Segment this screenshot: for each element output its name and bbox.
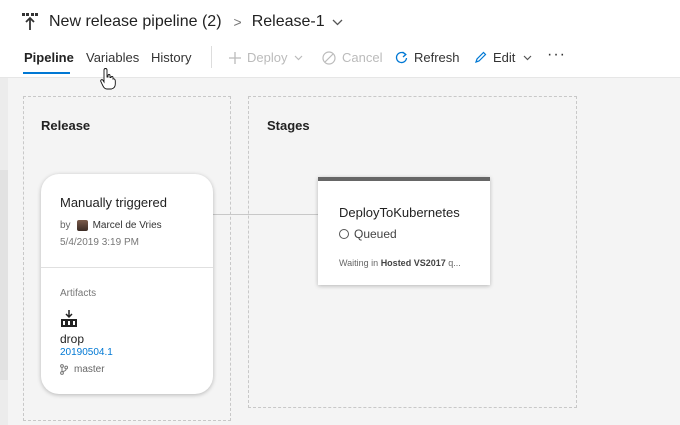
avatar — [76, 220, 88, 231]
deploy-button[interactable]: Deploy — [229, 50, 309, 65]
artifact-build-link[interactable]: 20190504.1 — [60, 347, 113, 358]
tab-history[interactable]: History — [151, 50, 191, 65]
pipeline-title[interactable]: New release pipeline (2) — [49, 13, 222, 31]
cancel-button[interactable]: Cancel — [322, 50, 382, 65]
pencil-icon — [475, 51, 487, 63]
tab-pipeline[interactable]: Pipeline — [24, 50, 74, 65]
stages-panel-title: Stages — [267, 118, 310, 133]
stage-waiting-text: Waiting in Hosted VS2017 q... — [339, 258, 479, 268]
chevron-down-icon — [523, 55, 532, 60]
chevron-down-icon — [295, 55, 303, 60]
release-card[interactable]: Manually triggered by Marcel de Vries 5/… — [41, 174, 213, 394]
waiting-suffix: q... — [445, 258, 461, 268]
more-actions-button[interactable]: ··· — [547, 46, 566, 64]
chevron-down-icon[interactable] — [332, 19, 343, 26]
artifact-name: drop — [60, 332, 85, 346]
trigger-datetime: 5/4/2019 3:19 PM — [60, 237, 139, 248]
stage-name: DeployToKubernetes — [339, 205, 460, 220]
hand-cursor-icon — [100, 68, 116, 90]
stage-status-label: Queued — [354, 227, 397, 241]
edit-label: Edit — [493, 50, 516, 65]
artifact-branch: master — [60, 364, 105, 375]
user-name: Marcel de Vries — [92, 220, 162, 231]
trigger-title: Manually triggered — [60, 195, 167, 210]
tab-variables[interactable]: Variables — [86, 50, 139, 65]
toolbar-divider — [211, 46, 212, 68]
branch-icon — [60, 364, 68, 375]
cancel-label: Cancel — [342, 50, 383, 65]
release-pipeline-icon — [22, 13, 38, 30]
left-edge-shade — [0, 170, 8, 380]
stage-status: Queued — [339, 227, 397, 241]
breadcrumb-separator: > — [233, 14, 242, 30]
branch-name: master — [74, 364, 105, 375]
plus-icon — [229, 51, 241, 64]
breadcrumb: New release pipeline (2) > Release-1 — [22, 10, 343, 34]
triggered-by: by Marcel de Vries — [60, 220, 162, 231]
agent-pool: Hosted VS2017 — [380, 258, 446, 268]
release-panel-title: Release — [41, 118, 91, 133]
stage-card[interactable]: DeployToKubernetes Queued Waiting in Hos… — [318, 177, 490, 285]
waiting-prefix: Waiting in — [339, 258, 381, 268]
trigger-section: Manually triggered by Marcel de Vries 5/… — [41, 174, 213, 268]
edit-button[interactable]: Edit — [474, 50, 538, 65]
by-label: by — [60, 220, 71, 231]
refresh-icon — [395, 51, 408, 64]
refresh-button[interactable]: Refresh — [395, 50, 460, 65]
queued-icon — [339, 229, 349, 239]
artifacts-label: Artifacts — [60, 288, 97, 299]
refresh-label: Refresh — [414, 50, 460, 65]
header-bar: New release pipeline (2) > Release-1 Pip… — [0, 0, 680, 78]
cancel-icon — [322, 50, 336, 65]
deploy-label: Deploy — [247, 50, 288, 65]
active-tab-indicator — [23, 72, 70, 74]
release-name[interactable]: Release-1 — [252, 13, 325, 31]
pipeline-connector — [213, 214, 319, 215]
build-artifact-icon — [61, 310, 77, 327]
